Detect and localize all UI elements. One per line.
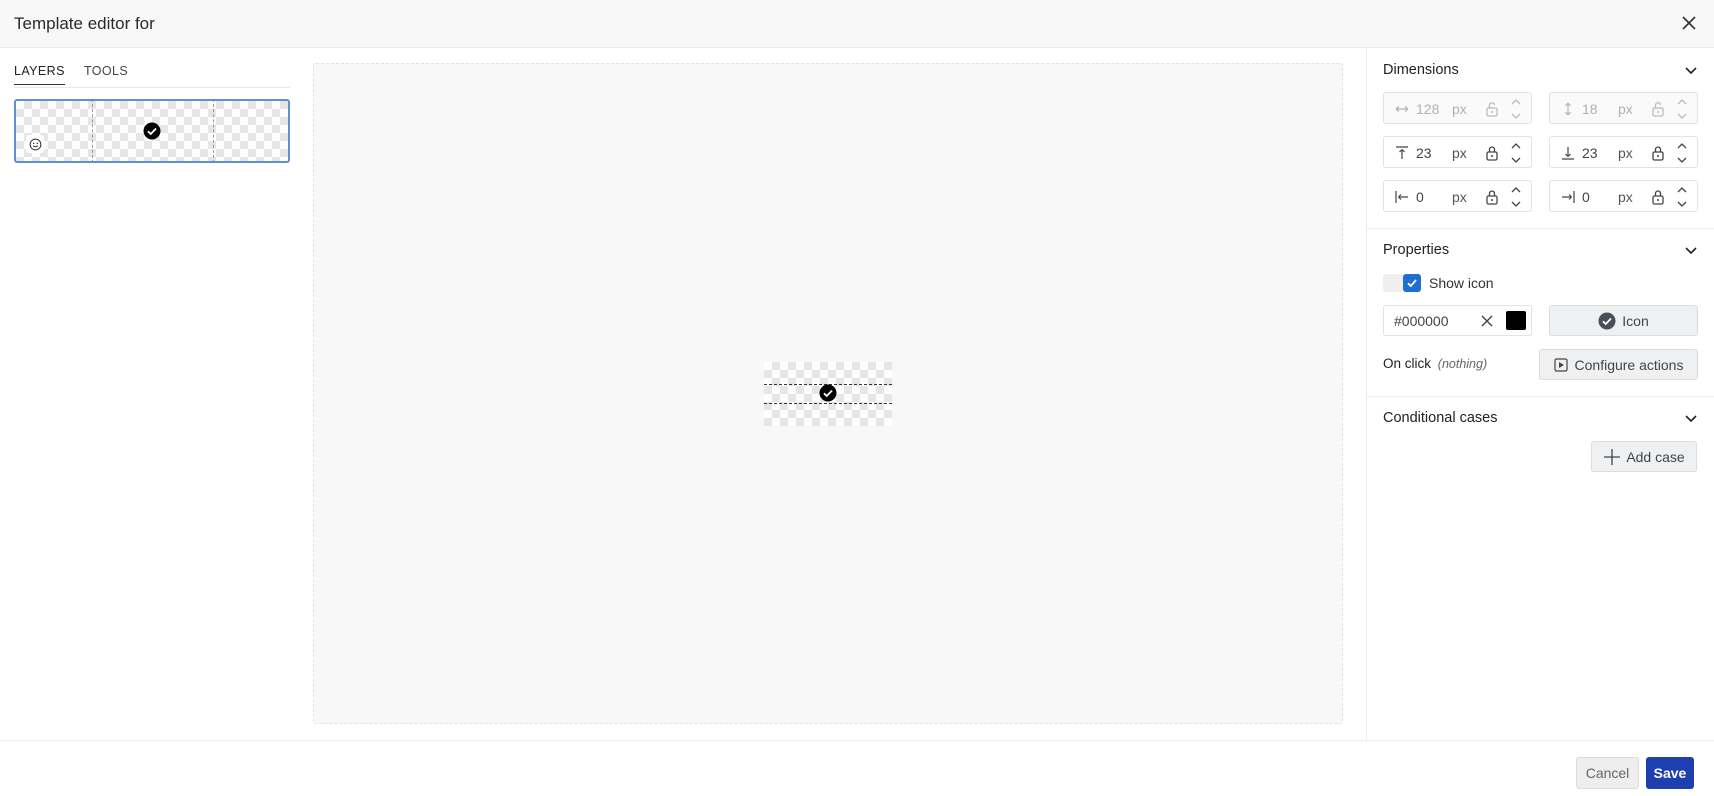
clear-icon[interactable] (1480, 314, 1494, 328)
section-divider (1367, 228, 1714, 229)
width-value: 128 (1416, 101, 1440, 117)
dimensions-title: Dimensions (1383, 62, 1459, 78)
stepper-icon[interactable] (1509, 139, 1523, 167)
dialog-title: Template editor for (14, 14, 155, 33)
stepper-icon[interactable] (1675, 95, 1689, 123)
tab-tools[interactable]: TOOLS (84, 64, 128, 84)
configure-actions-button[interactable]: Configure actions (1539, 349, 1698, 380)
dialog-header: Template editor for (0, 0, 1714, 48)
stepper-icon[interactable] (1509, 183, 1523, 211)
configure-actions-label: Configure actions (1574, 356, 1684, 373)
lock-icon[interactable] (1650, 144, 1666, 162)
show-icon-row: Show icon (1383, 273, 1494, 293)
margin-top-value: 23 (1416, 145, 1432, 161)
dialog-footer: Cancel Save (0, 740, 1714, 796)
margin-right-value: 0 (1582, 189, 1590, 205)
canvas-icon-element[interactable] (764, 362, 892, 426)
check-circle-icon (819, 384, 837, 407)
chevron-down-icon[interactable] (1683, 62, 1699, 78)
chevron-down-icon[interactable] (1683, 410, 1699, 426)
on-click-value: (nothing) (1437, 357, 1488, 371)
margin-left-field[interactable]: 0 px (1383, 180, 1532, 212)
margin-top-unit: px (1452, 145, 1467, 161)
unlock-icon[interactable] (1484, 100, 1500, 118)
color-hex-value: #000000 (1394, 313, 1449, 329)
show-icon-checkbox[interactable] (1403, 274, 1421, 292)
cancel-button[interactable]: Cancel (1576, 757, 1639, 789)
margin-bottom-value: 23 (1582, 145, 1598, 161)
margin-left-unit: px (1452, 189, 1467, 205)
plus-icon (1603, 448, 1621, 466)
icon-picker-button[interactable]: Icon (1549, 305, 1698, 336)
margin-bottom-field[interactable]: 23 px (1549, 136, 1698, 168)
chevron-down-icon[interactable] (1683, 242, 1699, 258)
toggle-stub (1383, 274, 1403, 292)
height-value: 18 (1582, 101, 1598, 117)
tab-layers[interactable]: LAYERS (14, 64, 65, 85)
save-button[interactable]: Save (1646, 757, 1694, 789)
margin-right-field[interactable]: 0 px (1549, 180, 1698, 212)
lock-icon[interactable] (1484, 144, 1500, 162)
width-arrows-icon (1394, 101, 1410, 117)
play-square-icon (1553, 357, 1568, 372)
width-field[interactable]: 128 px (1383, 92, 1532, 124)
margin-top-icon (1394, 145, 1410, 161)
height-unit: px (1618, 101, 1633, 117)
lock-icon[interactable] (1484, 188, 1500, 206)
lock-icon[interactable] (1650, 188, 1666, 206)
margin-right-icon (1560, 189, 1576, 205)
unlock-icon[interactable] (1650, 100, 1666, 118)
check-circle-icon (1598, 312, 1616, 330)
icon-button-label: Icon (1622, 312, 1649, 329)
margin-bottom-icon (1560, 145, 1576, 161)
margin-bottom-unit: px (1618, 145, 1633, 161)
properties-panel: Dimensions 128 px 18 px 23 px 23 px 0 px… (1366, 48, 1714, 740)
section-divider (1367, 396, 1714, 397)
stepper-icon[interactable] (1509, 95, 1523, 123)
close-icon[interactable] (1678, 12, 1700, 34)
on-click-label: On click (1383, 356, 1432, 371)
stepper-icon[interactable] (1675, 139, 1689, 167)
check-circle-icon (143, 122, 161, 145)
add-case-button[interactable]: Add case (1591, 441, 1697, 472)
show-icon-label: Show icon (1429, 275, 1494, 291)
width-unit: px (1452, 101, 1467, 117)
margin-right-unit: px (1618, 189, 1633, 205)
stepper-icon[interactable] (1675, 183, 1689, 211)
height-arrows-icon (1560, 101, 1576, 117)
icon-color-field[interactable]: #000000 (1383, 305, 1532, 336)
margin-top-field[interactable]: 23 px (1383, 136, 1532, 168)
margin-left-icon (1394, 189, 1410, 205)
properties-title: Properties (1383, 242, 1450, 258)
on-click-row: On click (nothing) (1383, 356, 1487, 371)
smiley-icon[interactable] (26, 135, 44, 153)
height-field[interactable]: 18 px (1549, 92, 1698, 124)
margin-left-value: 0 (1416, 189, 1424, 205)
layer-thumbnail[interactable] (14, 99, 290, 163)
conditional-cases-title: Conditional cases (1383, 410, 1498, 426)
color-swatch[interactable] (1506, 311, 1526, 330)
panel-tabs: LAYERS TOOLS (14, 48, 290, 88)
add-case-label: Add case (1626, 448, 1685, 465)
